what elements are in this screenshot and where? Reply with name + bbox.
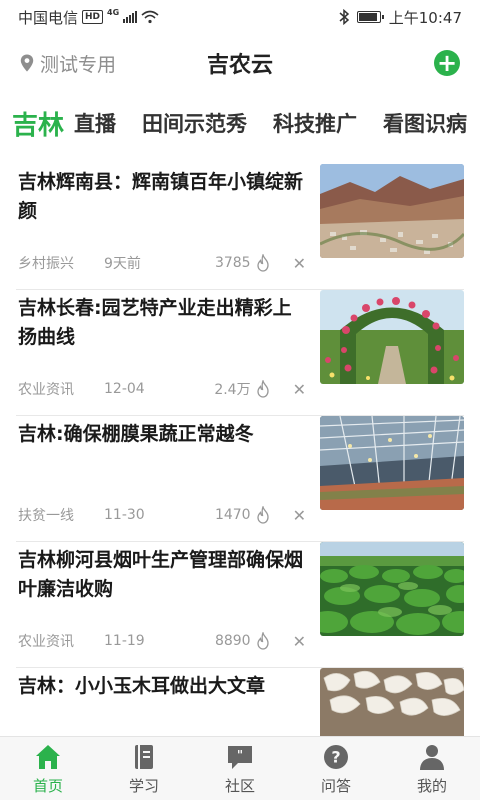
bluetooth-icon: [339, 9, 349, 25]
bottom-nav: 首页 学习 " 社区 ? 问答 我的: [0, 736, 480, 800]
news-meta: 扶贫一线 11-30 1470 ✕: [18, 505, 306, 525]
news-thumbnail: [320, 542, 464, 636]
news-category: 乡村振兴: [18, 256, 74, 272]
news-views: 8890: [214, 633, 251, 649]
news-meta: 乡村振兴 9天前 3785 ✕: [18, 253, 306, 273]
channel-tabs: 吉林 直播 田间示范秀 科技推广 看图识病: [0, 100, 480, 146]
location-label: 测试专用: [40, 53, 117, 76]
news-category: 农业资讯: [18, 634, 74, 650]
tab-live[interactable]: 直播: [74, 108, 116, 138]
fire-icon: [256, 380, 269, 398]
plus-icon: +: [436, 49, 458, 77]
clock: 上午10:47: [388, 8, 462, 27]
news-category: 扶贫一线: [18, 508, 74, 524]
news-views: 2.4万: [214, 382, 251, 398]
news-meta: 农业资讯 12-04 2.4万 ✕: [18, 379, 306, 399]
wifi-icon: [141, 10, 159, 24]
add-button[interactable]: +: [434, 50, 460, 76]
tab-jilin[interactable]: 吉林: [12, 105, 64, 142]
book-icon: [135, 745, 153, 769]
nav-label: 首页: [32, 777, 63, 795]
signal-icon: [123, 11, 138, 23]
news-title: 吉林：小小玉木耳做出大文章: [18, 675, 266, 697]
nav-profile[interactable]: 我的: [384, 737, 480, 800]
dismiss-icon[interactable]: ✕: [293, 506, 306, 525]
carrier-label: 中国电信: [18, 8, 79, 27]
question-icon: ?: [324, 745, 348, 769]
news-meta: 农业资讯 11-19 8890 ✕: [18, 631, 306, 651]
dismiss-icon[interactable]: ✕: [293, 254, 306, 273]
hd-badge: HD: [82, 10, 104, 24]
news-item[interactable]: 吉林辉南县：辉南镇百年小镇绽新颜 乡村振兴 9天前 3785 ✕: [16, 164, 464, 290]
fire-icon: [256, 632, 269, 650]
news-date: 11-30: [104, 507, 145, 523]
fire-icon: [256, 254, 269, 272]
news-date: 11-19: [104, 633, 145, 649]
news-category: 农业资讯: [18, 382, 74, 398]
news-thumbnail: [320, 290, 464, 384]
tab-field-demo[interactable]: 田间示范秀: [142, 108, 247, 138]
location-pin-icon: [20, 54, 34, 72]
news-date: 12-04: [104, 381, 145, 397]
fire-icon: [256, 506, 269, 524]
nav-community[interactable]: " 社区: [192, 737, 288, 800]
svg-text:": ": [237, 748, 243, 762]
app-header: 测试专用 吉农云 +: [0, 42, 480, 84]
news-item[interactable]: 吉林:确保棚膜果蔬正常越冬 扶贫一线 11-30 1470 ✕: [16, 416, 464, 542]
news-title: 吉林柳河县烟叶生产管理部确保烟叶廉洁收购: [18, 549, 304, 600]
network-type: 4G: [107, 7, 120, 17]
tab-tech-promotion[interactable]: 科技推广: [273, 108, 357, 138]
news-item[interactable]: 吉林柳河县烟叶生产管理部确保烟叶廉洁收购 农业资讯 11-19 8890 ✕: [16, 542, 464, 668]
tab-disease-id[interactable]: 看图识病: [383, 108, 467, 138]
news-views: 3785: [214, 255, 251, 271]
news-views: 1470: [214, 507, 251, 523]
home-icon: [36, 745, 60, 769]
nav-label: 问答: [320, 777, 351, 795]
nav-label: 社区: [224, 777, 255, 795]
dismiss-icon[interactable]: ✕: [293, 632, 306, 651]
news-title: 吉林长春:园艺特产业走出精彩上扬曲线: [18, 297, 292, 348]
nav-qa[interactable]: ? 问答: [288, 737, 384, 800]
nav-label: 我的: [416, 777, 447, 795]
battery-icon: [356, 11, 384, 23]
status-bar: 中国电信 HD 4G 上午10:47: [0, 0, 480, 34]
news-item[interactable]: 吉林长春:园艺特产业走出精彩上扬曲线 农业资讯 12-04 2.4万 ✕: [16, 290, 464, 416]
news-thumbnail: [320, 164, 464, 258]
news-feed: 吉林辉南县：辉南镇百年小镇绽新颜 乡村振兴 9天前 3785 ✕ 吉林长春:园艺…: [0, 164, 480, 794]
news-thumbnail: [320, 416, 464, 510]
nav-study[interactable]: 学习: [96, 737, 192, 800]
dismiss-icon[interactable]: ✕: [293, 380, 306, 399]
nav-label: 学习: [128, 777, 159, 795]
chat-icon: ": [228, 746, 252, 769]
user-icon: [420, 745, 444, 770]
news-title: 吉林辉南县：辉南镇百年小镇绽新颜: [18, 171, 304, 222]
nav-home[interactable]: 首页: [0, 737, 96, 800]
news-title: 吉林:确保棚膜果蔬正常越冬: [18, 423, 254, 445]
news-date: 9天前: [104, 256, 141, 272]
location-selector[interactable]: 测试专用: [20, 50, 116, 77]
svg-text:?: ?: [331, 748, 340, 767]
